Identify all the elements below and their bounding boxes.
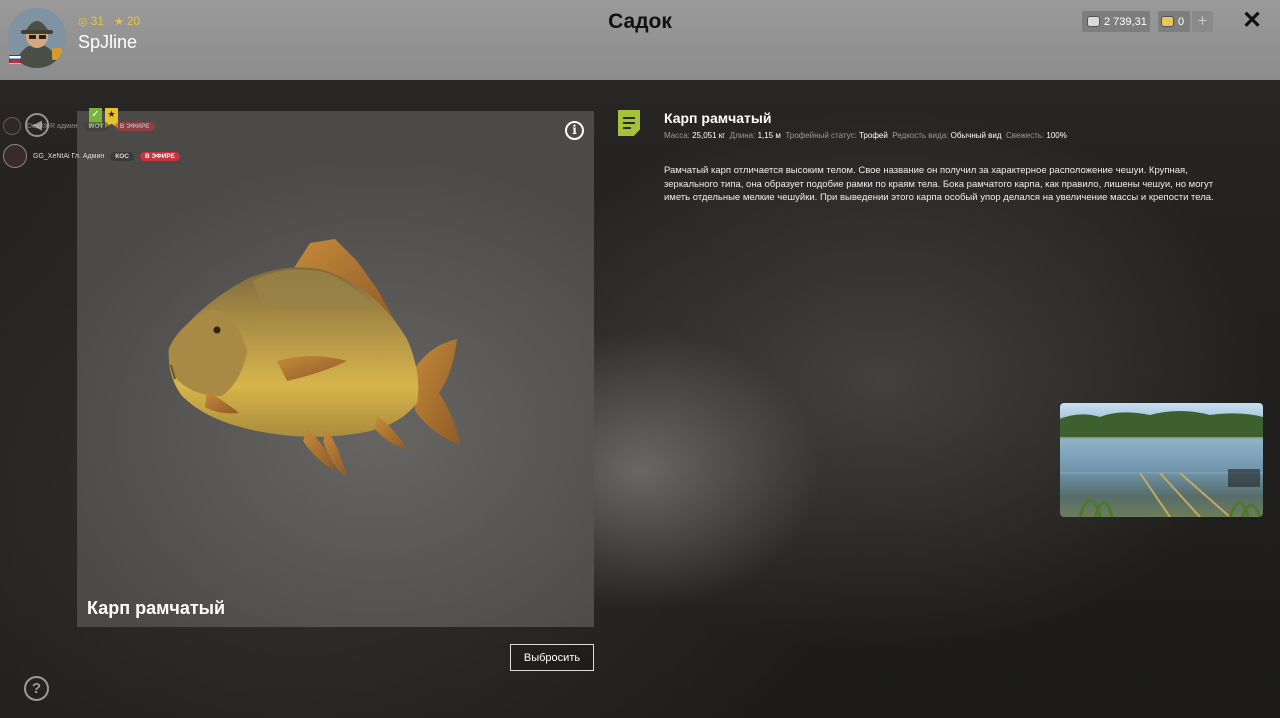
streamer-name: GG_XeNtAi Гл. Админ	[33, 152, 105, 160]
fish-rarity: Обычный вид	[950, 131, 1002, 140]
fish-trophy-status: Трофей	[858, 131, 888, 140]
stream-row[interactable]: DexXteR админ WOT В ЭФИРЕ	[3, 117, 155, 135]
streamer-avatar	[3, 144, 27, 168]
streamer-name: DexXteR админ	[27, 122, 78, 130]
location-thumbnail[interactable]	[1060, 403, 1263, 517]
top-bar: ◎ 31 ★ 20 SpJline Садок 2 739,31 0 + ✕	[0, 0, 1280, 80]
stream-row[interactable]: GG_XeNtAi Гл. Админ КОС В ЭФИРЕ	[3, 144, 180, 168]
lake-preview-image	[1060, 411, 1263, 517]
stream-channel-badge: КОС	[110, 151, 134, 161]
gold-balance: 0	[1158, 11, 1190, 32]
live-badge: В ЭФИРЕ	[139, 151, 180, 161]
buy-gold-button[interactable]: +	[1192, 11, 1213, 32]
fish-length: 1,15 м	[757, 131, 781, 140]
country-flag-icon	[9, 55, 21, 64]
fish-card-title: Карп рамчатый	[87, 598, 226, 618]
stream-channel-badge: WOT	[83, 121, 109, 131]
info-icon[interactable]: i	[565, 121, 584, 140]
fish-name: Карп рамчатый	[664, 110, 772, 126]
fish-model-image[interactable]	[77, 111, 594, 627]
fish-stats: Масса: 25,051 кг Длина: 1,15 м Трофейный…	[664, 131, 1067, 140]
silver-coin-icon	[1087, 16, 1100, 27]
discard-button[interactable]: Выбросить	[510, 644, 594, 671]
fish-description: Рамчатый карп отличается высоким телом. …	[664, 165, 1214, 203]
note-icon	[618, 110, 640, 136]
silver-balance: 2 739,31	[1082, 11, 1150, 32]
close-button[interactable]: ✕	[1241, 9, 1263, 33]
fish-mass: 25,051 кг	[692, 131, 726, 140]
fish-freshness: 100%	[1046, 131, 1067, 140]
streamer-avatar	[3, 117, 21, 135]
fish-preview-card: i Карп рамчатый	[77, 111, 594, 627]
live-badge: В ЭФИРЕ	[114, 121, 155, 131]
player-name: SpJline	[78, 32, 138, 52]
gold-coin-icon	[1161, 16, 1174, 27]
help-icon[interactable]: ?	[24, 676, 49, 701]
